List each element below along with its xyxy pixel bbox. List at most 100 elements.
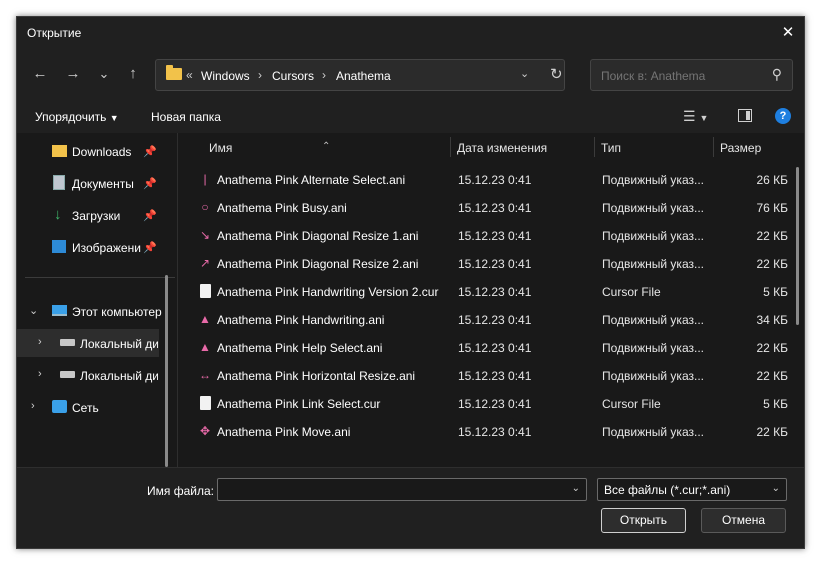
sidebar-item-label: Локальный ди: [80, 369, 158, 383]
cursor-file-icon: ↔: [199, 368, 211, 382]
chevron-right-icon[interactable]: ›: [38, 368, 42, 380]
file-row[interactable]: ▲ Anathema Pink Handwriting.ani 15.12.23…: [192, 305, 792, 333]
back-button[interactable]: ←: [29, 63, 51, 85]
file-row[interactable]: Anathema Pink Handwriting Version 2.cur …: [192, 277, 792, 305]
file-type-filter-value: Все файлы (*.cur;*.ani): [604, 483, 731, 497]
sidebar-item-label: Downloads: [72, 145, 132, 159]
close-button[interactable]: ✕: [778, 23, 798, 43]
chevron-down-icon[interactable]: ⌄: [29, 304, 38, 317]
file-date: 15.12.23 0:41: [458, 201, 532, 215]
column-header-name[interactable]: Имя: [209, 141, 232, 155]
breadcrumb-separator[interactable]: ›: [258, 68, 262, 82]
column-divider[interactable]: [450, 137, 451, 157]
cursor-file-icon: |: [203, 172, 207, 186]
pin-icon: 📌: [143, 242, 157, 254]
file-row[interactable]: ↘ Anathema Pink Diagonal Resize 1.ani 15…: [192, 221, 792, 249]
vertical-scrollbar[interactable]: [796, 167, 799, 325]
preview-pane-icon[interactable]: [738, 109, 752, 122]
address-bar[interactable]: « Windows › Cursors › Anathema ⌄ ↻: [155, 59, 565, 91]
computer-icon: [52, 305, 67, 316]
refresh-icon[interactable]: ↻: [550, 65, 563, 83]
file-type: Подвижный указ...: [602, 201, 704, 215]
file-type: Подвижный указ...: [602, 313, 704, 327]
download-icon: ↓: [54, 206, 62, 223]
file-type: Подвижный указ...: [602, 425, 704, 439]
file-row[interactable]: ▲ Anathema Pink Help Select.ani 15.12.23…: [192, 333, 792, 361]
sidebar-item-downloads[interactable]: Downloads 📌: [17, 137, 167, 165]
file-row[interactable]: Anathema Pink Link Select.cur 15.12.23 0…: [192, 389, 792, 417]
chevron-right-icon[interactable]: ›: [31, 400, 35, 412]
file-name-field[interactable]: ⌄: [217, 478, 587, 501]
breadcrumb-anathema[interactable]: Anathema: [336, 69, 391, 83]
column-header-type[interactable]: Тип: [601, 141, 621, 155]
cancel-button[interactable]: Отмена: [701, 508, 786, 533]
file-type: Подвижный указ...: [602, 229, 704, 243]
network-icon: [52, 400, 67, 413]
sidebar-item-downloads-ru[interactable]: ↓ Загрузки 📌: [17, 201, 167, 229]
column-divider[interactable]: [713, 137, 714, 157]
file-date: 15.12.23 0:41: [458, 425, 532, 439]
search-input[interactable]: [601, 69, 761, 83]
breadcrumb-windows[interactable]: Windows: [201, 69, 250, 83]
cursor-file-icon: ▲: [199, 312, 211, 326]
file-type: Подвижный указ...: [602, 341, 704, 355]
sidebar-item-local-disk-1[interactable]: › Локальный ди: [17, 329, 159, 357]
chevron-down-icon[interactable]: ⌄: [572, 483, 580, 494]
file-row[interactable]: | Anathema Pink Alternate Select.ani 15.…: [192, 165, 792, 193]
navigation-bar: ← → ⌄ ↑ « Windows › Cursors › Anathema ⌄…: [17, 49, 804, 99]
chevron-right-icon[interactable]: ›: [38, 336, 42, 348]
drive-icon: [60, 339, 75, 346]
file-row[interactable]: ✥ Anathema Pink Move.ani 15.12.23 0:41 П…: [192, 417, 792, 445]
pin-icon: 📌: [143, 210, 157, 222]
document-file-icon: [200, 284, 211, 298]
chevron-down-icon[interactable]: ⌄: [520, 67, 529, 80]
sidebar-scrollbar[interactable]: [165, 275, 168, 467]
file-row[interactable]: ○ Anathema Pink Busy.ani 15.12.23 0:41 П…: [192, 193, 792, 221]
view-list-icon[interactable]: ☰ ▼: [683, 108, 708, 125]
organize-button[interactable]: Упорядочить ▼: [35, 110, 119, 124]
breadcrumb-cursors[interactable]: Cursors: [272, 69, 314, 83]
up-button[interactable]: ↑: [122, 63, 144, 85]
sidebar-item-documents[interactable]: Документы 📌: [17, 169, 167, 197]
cursor-file-icon: ▲: [199, 340, 211, 354]
title-bar: Открытие ✕: [17, 17, 804, 49]
file-date: 15.12.23 0:41: [458, 341, 532, 355]
file-type-filter[interactable]: Все файлы (*.cur;*.ani) ⌄: [597, 478, 787, 501]
breadcrumb-separator[interactable]: ›: [322, 68, 326, 82]
pin-icon: 📌: [143, 146, 157, 158]
sidebar-item-label: Загрузки: [72, 209, 121, 223]
cursor-file-icon: ○: [201, 200, 209, 214]
sidebar-item-label: Локальный ди: [80, 337, 158, 351]
cursor-file-icon: ↘: [199, 228, 211, 242]
file-size: 22 КБ: [756, 257, 788, 271]
search-box[interactable]: ⚲: [590, 59, 793, 91]
open-button[interactable]: Открыть: [601, 508, 686, 533]
sidebar-item-this-pc[interactable]: ⌄ Этот компьютер: [17, 297, 167, 325]
file-row[interactable]: ↔ Anathema Pink Horizontal Resize.ani 15…: [192, 361, 792, 389]
file-name-input[interactable]: [222, 482, 562, 498]
forward-button[interactable]: →: [62, 63, 84, 85]
column-divider[interactable]: [594, 137, 595, 157]
sidebar-item-local-disk-2[interactable]: › Локальный ди: [17, 361, 159, 389]
sidebar-item-label: Сеть: [72, 401, 99, 415]
file-name: Anathema Pink Horizontal Resize.ani: [217, 369, 416, 383]
drive-icon: [60, 371, 75, 378]
column-header-size[interactable]: Размер: [720, 141, 761, 155]
breadcrumb-overflow[interactable]: «: [186, 68, 193, 82]
chevron-down-icon[interactable]: ⌄: [772, 483, 780, 494]
file-row[interactable]: ↗ Anathema Pink Diagonal Resize 2.ani 15…: [192, 249, 792, 277]
file-size: 76 КБ: [756, 201, 788, 215]
file-size: 22 КБ: [756, 229, 788, 243]
file-date: 15.12.23 0:41: [458, 173, 532, 187]
folder-icon: [52, 145, 67, 157]
search-icon[interactable]: ⚲: [772, 66, 782, 83]
file-date: 15.12.23 0:41: [458, 285, 532, 299]
column-header-date[interactable]: Дата изменения: [457, 141, 547, 155]
sidebar-item-network[interactable]: › Сеть: [17, 393, 167, 421]
help-icon[interactable]: ?: [775, 108, 791, 124]
recent-locations-button[interactable]: ⌄: [93, 63, 115, 85]
file-size: 34 КБ: [756, 313, 788, 327]
cursor-file-icon: ↗: [199, 256, 211, 270]
new-folder-button[interactable]: Новая папка: [151, 110, 221, 124]
sidebar-item-pictures[interactable]: Изображени 📌: [17, 233, 167, 261]
